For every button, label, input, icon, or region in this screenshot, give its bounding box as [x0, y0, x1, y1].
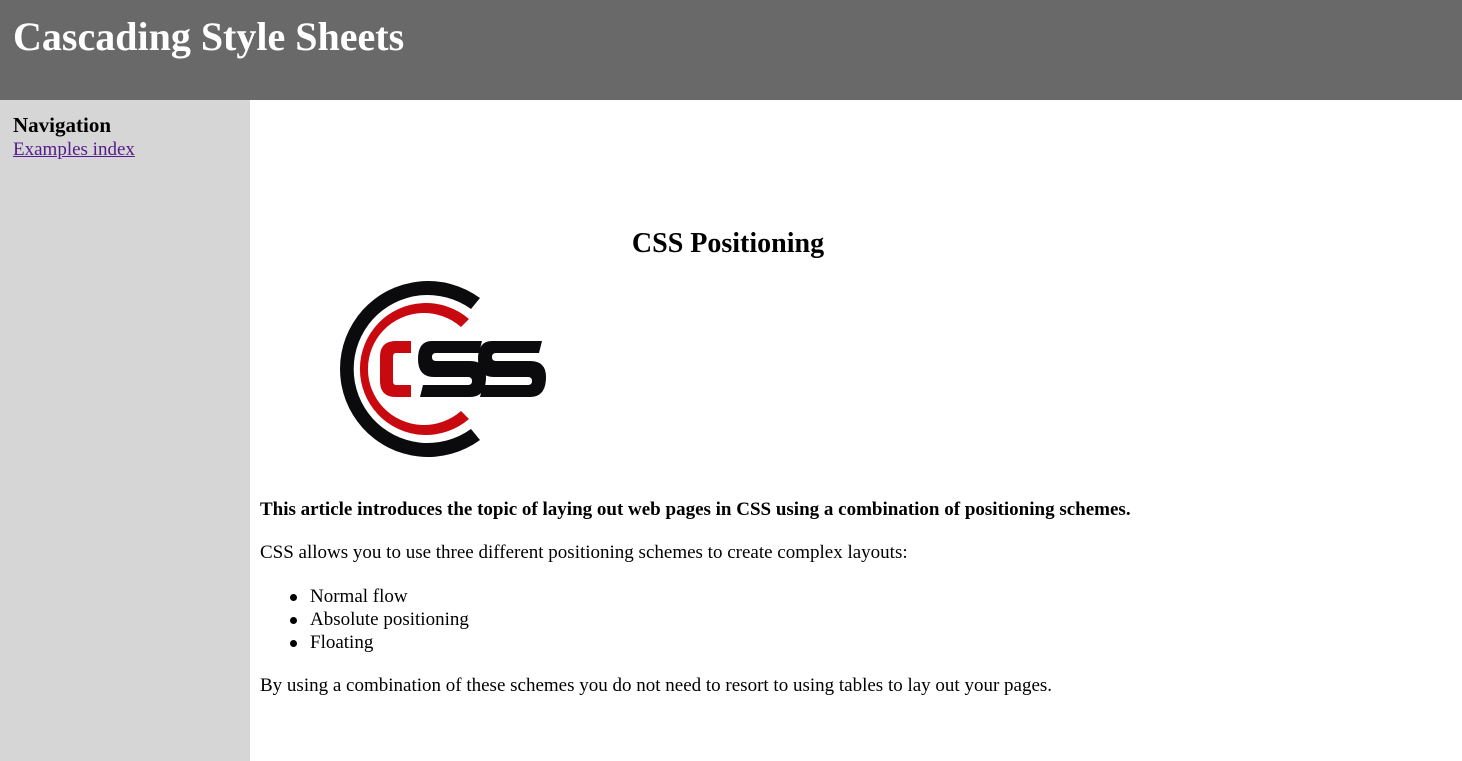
- page-header: Cascading Style Sheets: [0, 0, 1462, 100]
- schemes-paragraph: CSS allows you to use three different po…: [260, 542, 908, 563]
- examples-index-link[interactable]: Examples index: [13, 139, 135, 161]
- sidebar: Navigation Examples index: [0, 100, 250, 761]
- site-title: Cascading Style Sheets: [13, 14, 405, 59]
- list-item: Normal flow: [290, 585, 469, 608]
- closing-paragraph: By using a combination of these schemes …: [260, 675, 1053, 696]
- list-item: Floating: [290, 631, 469, 654]
- intro-paragraph: This article introduces the topic of lay…: [260, 499, 1131, 520]
- css-logo-icon: [312, 281, 576, 457]
- navigation-heading: Navigation: [13, 113, 112, 137]
- page-title: CSS Positioning: [631, 228, 825, 259]
- positioning-schemes-list: Normal flow Absolute positioning Floatin…: [260, 585, 469, 654]
- list-item: Absolute positioning: [290, 609, 469, 630]
- main-content: CSS Positioning This article introduces …: [250, 100, 1462, 761]
